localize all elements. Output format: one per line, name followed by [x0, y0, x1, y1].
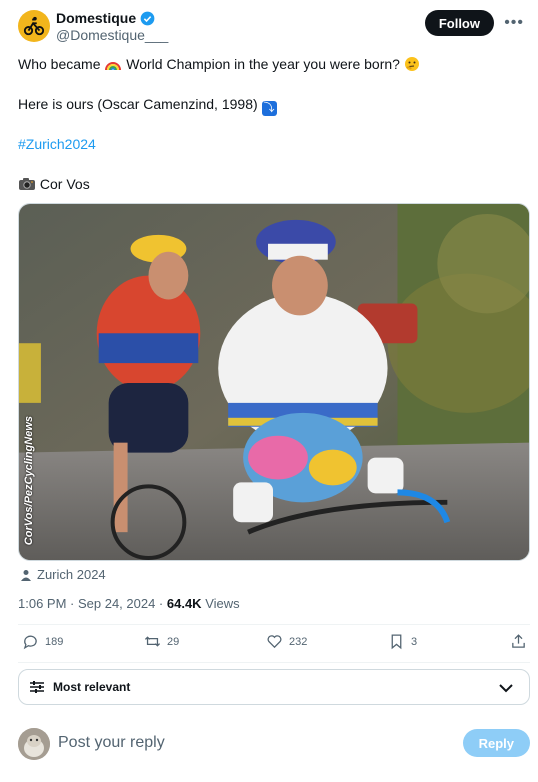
- arrow-down-icon: ⤵: [261, 101, 277, 116]
- location-tag[interactable]: Zurich 2024: [20, 567, 106, 582]
- author-names: Domestique @Domestique___: [56, 10, 168, 43]
- bookmark-action[interactable]: 3: [388, 633, 417, 650]
- bookmark-count: 3: [411, 635, 418, 648]
- chevron-down-icon: [499, 684, 513, 693]
- rainbow-icon: [105, 62, 122, 71]
- tweet-text-part: Who became: [18, 56, 105, 72]
- views-count: 64.4K: [166, 596, 202, 611]
- tweet-header: Domestique @Domestique___ Follow •••: [18, 8, 524, 48]
- reply-count: 189: [45, 635, 64, 648]
- cyclist-logo-icon: [23, 16, 45, 36]
- reply-action[interactable]: 189: [22, 633, 63, 650]
- tweet-line-1: Who became World Champion in the year yo…: [18, 56, 420, 73]
- photo-watermark: CorVos/PezCyclingNews: [23, 416, 35, 546]
- hashtag-link[interactable]: #Zurich2024: [18, 136, 96, 153]
- bookmark-icon: [391, 634, 402, 650]
- sort-replies-dropdown[interactable]: Most relevant: [18, 669, 530, 705]
- tweet-photo[interactable]: CorVos/PezCyclingNews: [18, 203, 530, 561]
- user-avatar-image: [18, 728, 50, 760]
- tweet-text-part: Here is ours (Oscar Camenzind, 1998): [18, 96, 262, 112]
- person-icon: [21, 569, 31, 581]
- retweet-count: 29: [167, 635, 180, 648]
- verified-badge-icon: [140, 11, 155, 25]
- follow-button[interactable]: Follow: [424, 10, 494, 36]
- heart-icon: [267, 635, 282, 649]
- reply-icon: [23, 635, 37, 650]
- tweet-text-part: Cor Vos: [36, 176, 90, 192]
- action-bar: 189 29 232 3: [22, 633, 532, 655]
- share-action[interactable]: [510, 633, 527, 650]
- tweet-line-credit: Cor Vos: [18, 176, 90, 193]
- views-label: Views: [201, 596, 240, 611]
- like-count: 232: [289, 635, 308, 648]
- author-avatar[interactable]: [18, 10, 50, 42]
- reply-composer: Post your reply Reply: [18, 728, 530, 760]
- divider: [18, 662, 530, 663]
- retweet-action[interactable]: 29: [144, 633, 179, 650]
- user-avatar[interactable]: [18, 728, 50, 760]
- camera-icon: [19, 178, 35, 190]
- location-label: Zurich 2024: [37, 567, 106, 582]
- thinking-face-icon: [404, 57, 419, 71]
- author-handle[interactable]: @Domestique___: [56, 27, 168, 43]
- tweet-meta: 1:06 PM · Sep 24, 2024 · 64.4K Views: [18, 596, 240, 611]
- tweet-line-2: Here is ours (Oscar Camenzind, 1998) ⤵: [18, 96, 277, 116]
- tweet-timestamp[interactable]: 1:06 PM · Sep 24, 2024 ·: [18, 596, 167, 611]
- reply-input[interactable]: Post your reply: [58, 734, 165, 752]
- like-action[interactable]: 232: [266, 633, 307, 650]
- divider: [18, 624, 530, 625]
- cycling-photo-image: [19, 204, 529, 560]
- author-display-name[interactable]: Domestique: [56, 10, 136, 26]
- sort-label: Most relevant: [53, 680, 131, 694]
- more-options-icon[interactable]: •••: [504, 14, 524, 32]
- share-icon: [512, 634, 525, 648]
- reply-button[interactable]: Reply: [462, 729, 530, 757]
- tweet-text-part: World Champion in the year you were born…: [122, 56, 404, 72]
- filter-sliders-icon: [30, 681, 44, 693]
- retweet-icon: [144, 636, 161, 647]
